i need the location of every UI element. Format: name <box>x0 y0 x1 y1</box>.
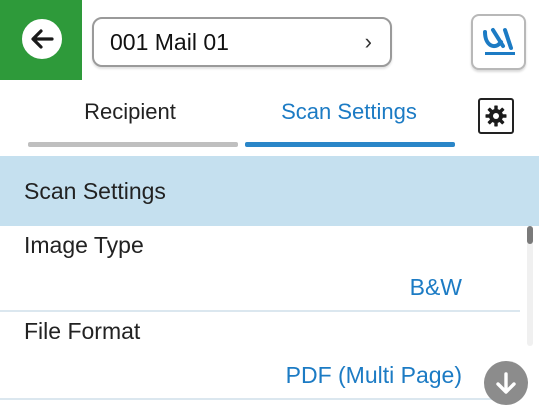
scrollbar[interactable] <box>527 226 533 346</box>
setting-value: B&W <box>409 274 462 300</box>
setting-value: PDF (Multi Page) <box>285 362 462 388</box>
arrow-down-icon <box>496 372 516 394</box>
setting-label: Image Type <box>24 232 144 258</box>
tab-recipient[interactable]: Recipient <box>24 80 236 144</box>
back-arrow-icon <box>20 17 64 61</box>
scanner-logo-button[interactable] <box>471 14 526 70</box>
back-button[interactable] <box>0 0 82 80</box>
scroll-thumb[interactable] <box>527 226 533 244</box>
tab-recipient-label: Recipient <box>84 99 176 124</box>
section-title: Scan Settings <box>24 177 166 204</box>
header: 001 Mail 01 › <box>0 0 539 80</box>
chevron-right-icon: › <box>364 29 372 54</box>
row-divider <box>0 398 520 400</box>
tab-underline-inactive <box>28 142 238 147</box>
scroll-down-button[interactable] <box>484 361 528 405</box>
tab-underline-active <box>245 142 455 147</box>
tab-bar: Recipient Scan Settings <box>0 80 539 152</box>
gear-icon <box>485 105 507 127</box>
settings-button[interactable] <box>478 98 514 134</box>
destination-field[interactable]: 001 Mail 01 › <box>92 17 392 67</box>
setting-row-image-type[interactable]: Image Type B&W <box>0 226 512 310</box>
settings-list: Image Type B&W File Format PDF (Multi Pa… <box>0 226 539 406</box>
destination-text: 001 Mail 01 <box>110 28 229 55</box>
section-header: Scan Settings <box>0 156 539 226</box>
setting-row-file-format[interactable]: File Format PDF (Multi Page) <box>0 312 512 396</box>
tab-scan-settings-label: Scan Settings <box>281 99 417 124</box>
setting-label: File Format <box>24 318 141 344</box>
scanner-logo-icon <box>482 28 515 55</box>
tab-scan-settings[interactable]: Scan Settings <box>244 80 454 144</box>
